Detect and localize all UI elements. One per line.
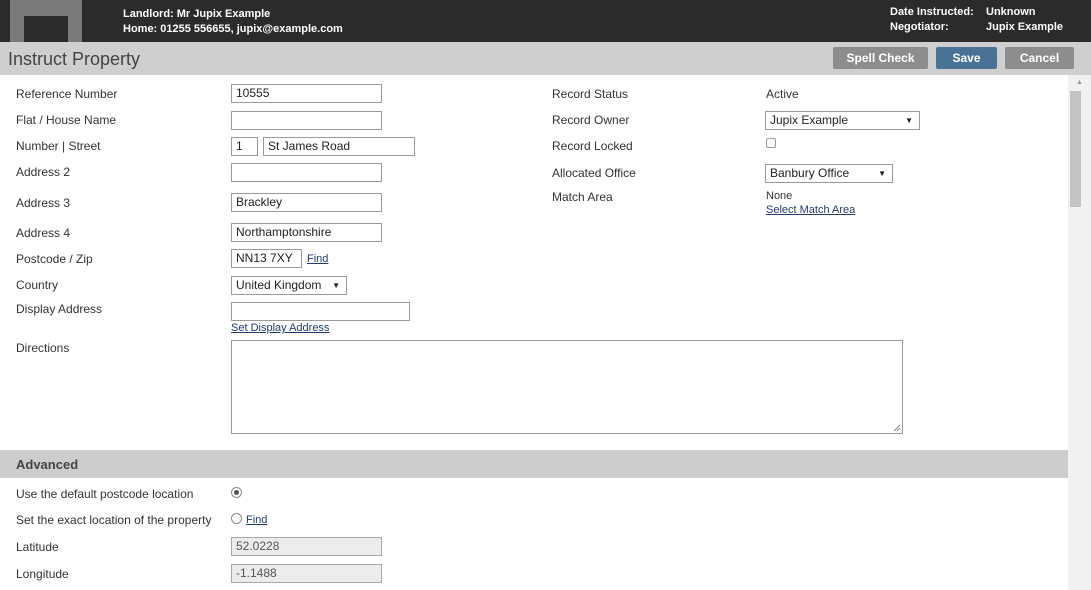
address2-input[interactable] — [231, 163, 382, 182]
postcode-label: Postcode / Zip — [16, 252, 93, 266]
scroll-up-icon[interactable]: ▲ — [1076, 79, 1083, 86]
flat-label: Flat / House Name — [16, 113, 117, 127]
radio-selected-dot — [234, 490, 239, 495]
landlord-name: Landlord: Mr Jupix Example — [123, 8, 271, 20]
country-label: Country — [16, 278, 59, 292]
record-owner-select[interactable]: Jupix Example ▼ — [765, 111, 920, 130]
record-locked-label: Record Locked — [552, 139, 633, 153]
page-title: Instruct Property — [8, 49, 141, 69]
landlord-contact: Home: 01255 556655, jupix@example.com — [123, 23, 343, 35]
address4-label: Address 4 — [16, 226, 71, 240]
record-locked-checkbox[interactable] — [766, 138, 776, 148]
scrollbar-thumb[interactable] — [1070, 91, 1081, 207]
directions-textarea[interactable] — [231, 340, 903, 434]
longitude-input[interactable]: -1.1488 — [231, 564, 382, 583]
advanced-title: Advanced — [16, 457, 79, 472]
date-instructed-value: Unknown — [986, 6, 1036, 18]
negotiator-value: Jupix Example — [986, 21, 1064, 33]
landlord-info: Landlord: Mr Jupix Example Home: 01255 5… — [123, 7, 343, 37]
allocated-office-value: Banbury Office — [770, 166, 850, 180]
allocated-office-select[interactable]: Banbury Office ▼ — [765, 164, 893, 183]
title-bar: Instruct Property Spell Check Save Cance… — [0, 42, 1091, 75]
resize-grip-icon[interactable] — [893, 424, 901, 432]
allocated-office-label: Allocated Office — [552, 166, 636, 180]
match-area-value: None — [766, 190, 793, 202]
cancel-button[interactable]: Cancel — [1005, 47, 1074, 69]
directions-label: Directions — [16, 341, 70, 355]
chevron-down-icon: ▼ — [332, 281, 340, 290]
top-header: Landlord: Mr Jupix Example Home: 01255 5… — [0, 0, 1091, 42]
chevron-down-icon: ▼ — [905, 116, 913, 125]
record-owner-value: Jupix Example — [770, 113, 849, 127]
record-owner-label: Record Owner — [552, 113, 630, 127]
logo-icon — [10, 0, 82, 42]
exact-location-find-link[interactable]: Find — [246, 514, 267, 526]
postcode-input[interactable]: NN13 7XY — [231, 249, 302, 268]
country-value: United Kingdom — [236, 278, 322, 292]
record-status-value: Active — [766, 87, 799, 101]
record-status-label: Record Status — [552, 87, 629, 101]
default-postcode-label: Use the default postcode location — [16, 487, 194, 501]
set-display-address-link[interactable]: Set Display Address — [231, 322, 329, 334]
exact-location-label: Set the exact location of the property — [16, 513, 212, 527]
address2-label: Address 2 — [16, 165, 71, 179]
latitude-input[interactable]: 52.0228 — [231, 537, 382, 556]
postcode-find-link[interactable]: Find — [307, 253, 328, 265]
longitude-label: Longitude — [16, 567, 69, 581]
latitude-label: Latitude — [16, 540, 59, 554]
flat-input[interactable] — [231, 111, 382, 130]
vertical-scrollbar[interactable]: ▲ — [1068, 75, 1091, 590]
number-input[interactable]: 1 — [231, 137, 258, 156]
match-area-label: Match Area — [552, 190, 613, 204]
negotiator-label: Negotiator: — [890, 21, 949, 33]
chevron-down-icon: ▼ — [878, 169, 886, 178]
country-select[interactable]: United Kingdom ▼ — [231, 276, 347, 295]
street-input[interactable]: St James Road — [263, 137, 415, 156]
display-address-label: Display Address — [16, 302, 103, 316]
select-match-area-link[interactable]: Select Match Area — [766, 204, 855, 216]
reference-input[interactable]: 10555 — [231, 84, 382, 103]
save-button[interactable]: Save — [936, 47, 997, 69]
number-street-label: Number | Street — [16, 139, 101, 153]
spell-check-button[interactable]: Spell Check — [833, 47, 928, 69]
main-form: Reference Number 10555 Flat / House Name… — [0, 75, 1068, 590]
address4-input[interactable]: Northamptonshire — [231, 223, 382, 242]
address3-label: Address 3 — [16, 196, 71, 210]
date-instructed-label: Date Instructed: — [890, 6, 974, 18]
reference-label: Reference Number — [16, 87, 118, 101]
display-address-input[interactable] — [231, 302, 410, 321]
default-postcode-radio[interactable] — [231, 487, 242, 498]
address3-input[interactable]: Brackley — [231, 193, 382, 212]
advanced-section-header: Advanced — [0, 450, 1068, 478]
exact-location-radio[interactable] — [231, 513, 242, 524]
